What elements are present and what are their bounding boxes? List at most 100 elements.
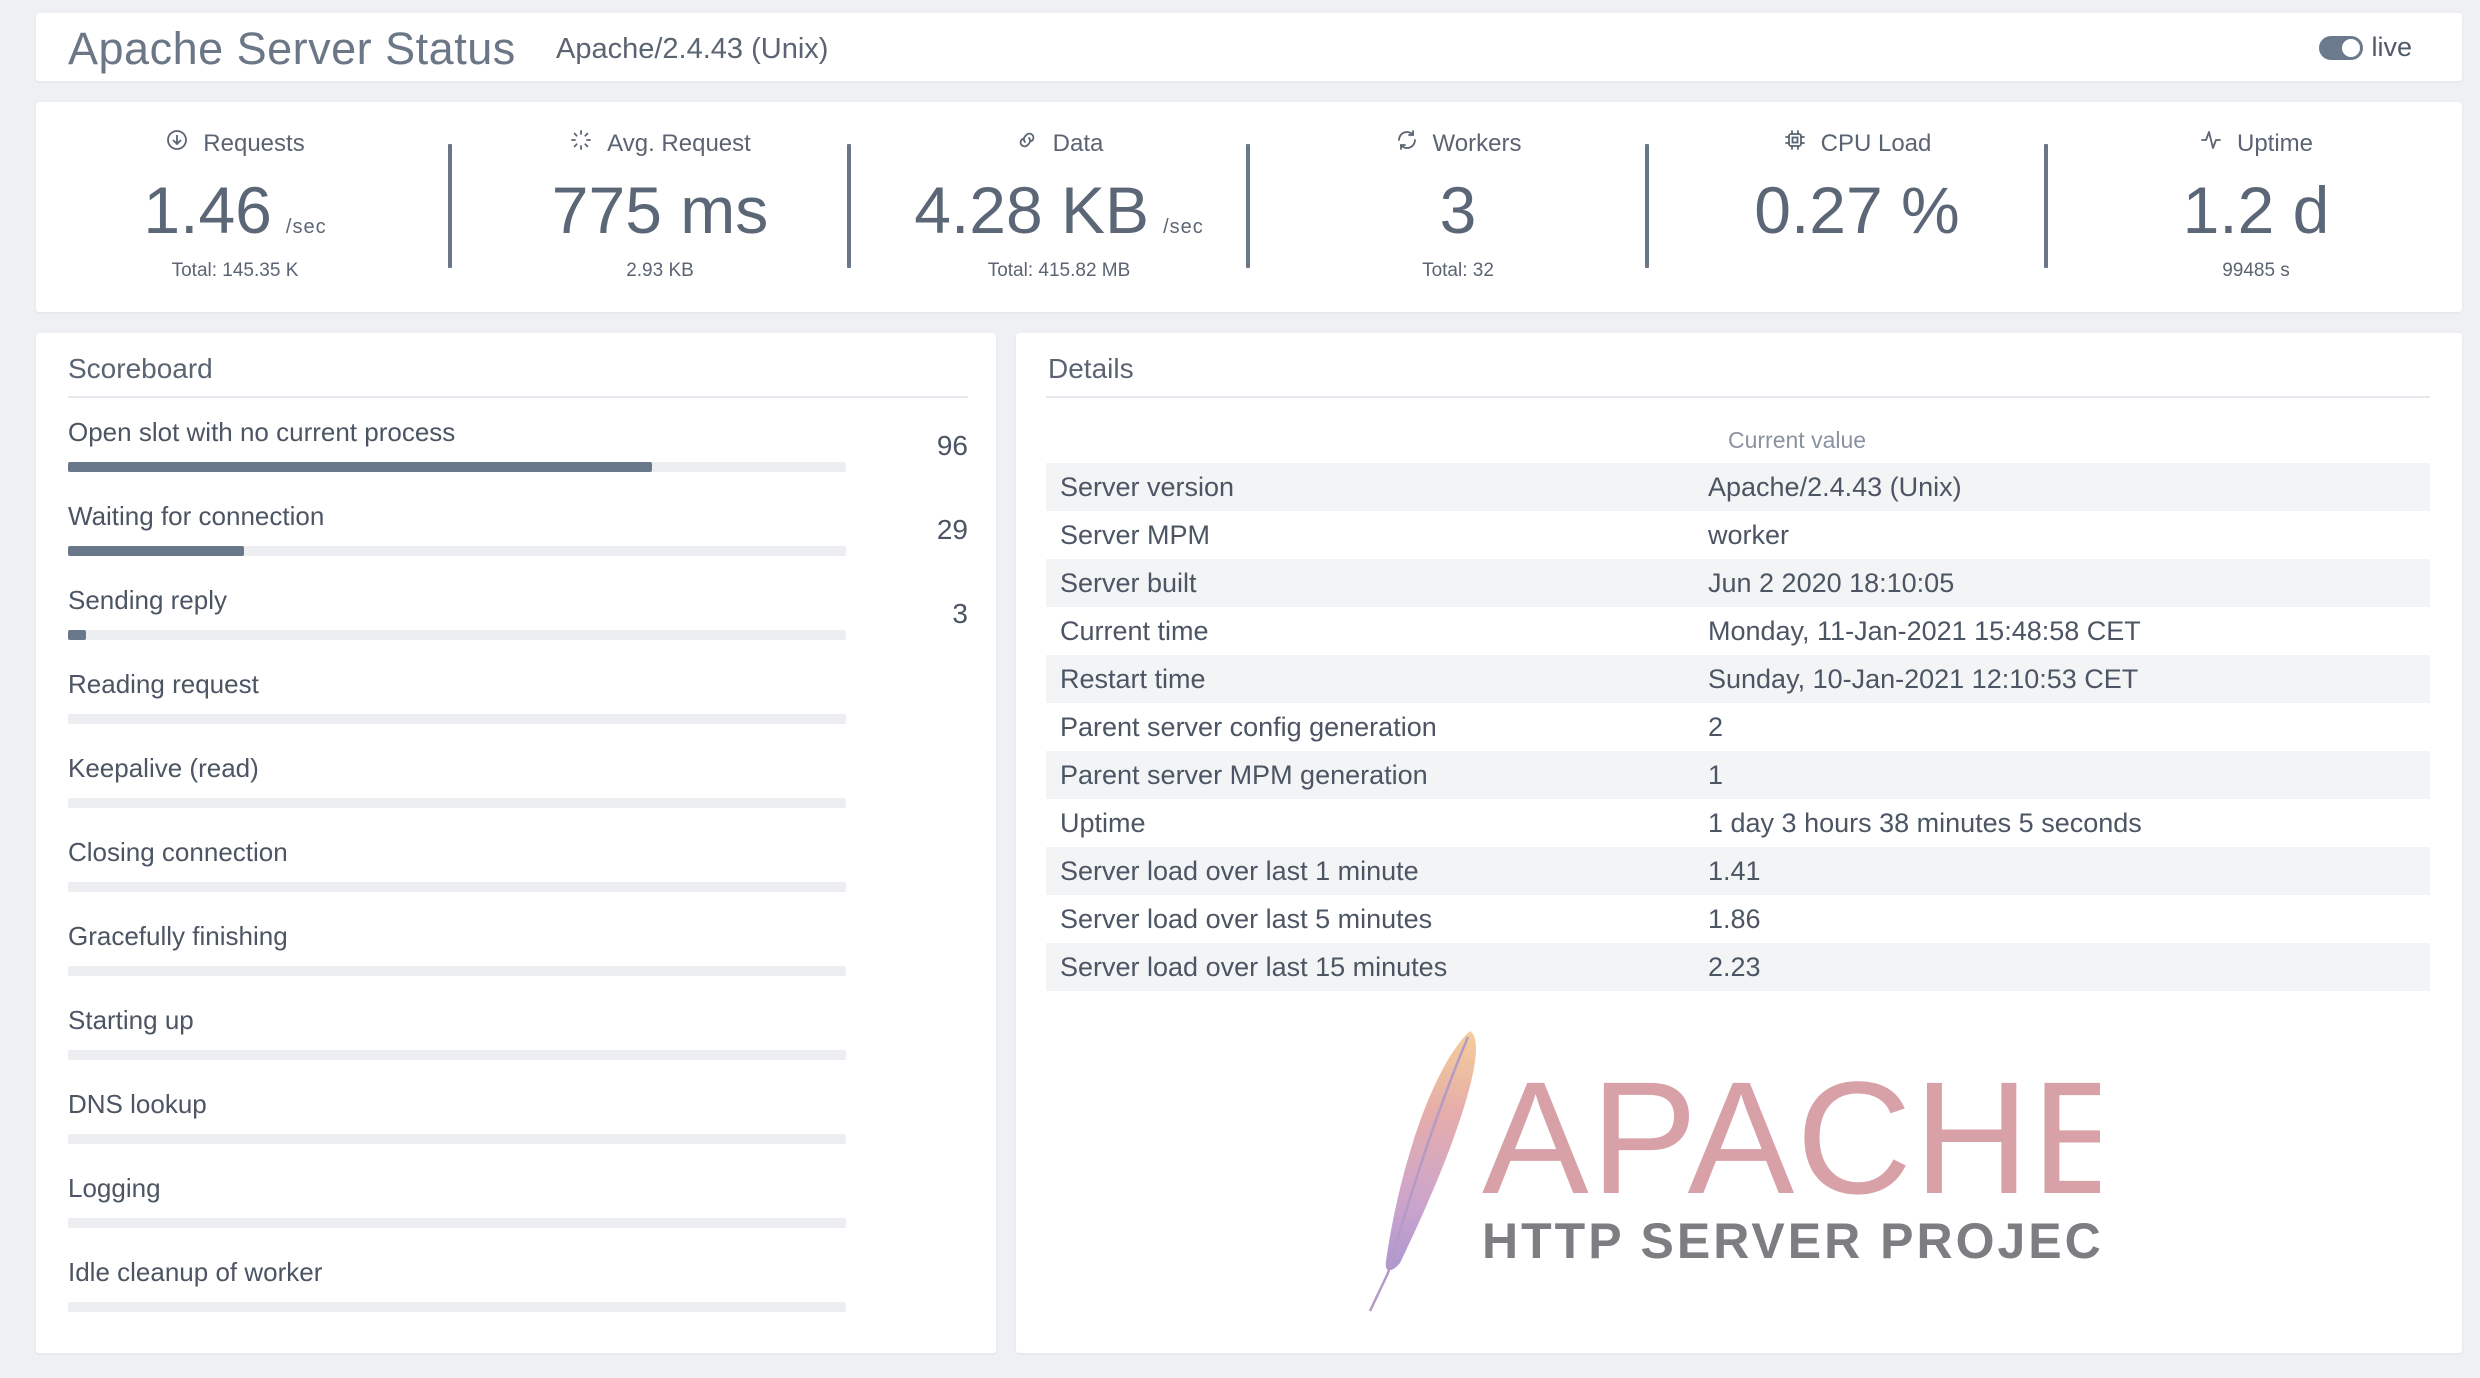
scoreboard-bar-track xyxy=(68,546,846,556)
scoreboard-row: Waiting for connection 29 xyxy=(68,501,968,585)
scoreboard-row: Reading request xyxy=(68,669,968,753)
detail-key: Uptime xyxy=(1060,807,1146,838)
stat-label: Requests xyxy=(203,129,305,157)
stat-unit: /sec xyxy=(1163,216,1204,238)
stat-divider xyxy=(448,144,452,268)
link-icon xyxy=(1015,128,1039,159)
stat-subtext: Total: 145.35 K xyxy=(171,260,299,281)
table-row: Server load over last 5 minutes 1.86 xyxy=(1046,895,2430,943)
stat-requests: Requests 1.46/sec Total: 145.35 K xyxy=(36,102,434,312)
scoreboard-bar-track xyxy=(68,1218,846,1228)
detail-value: Monday, 11-Jan-2021 15:48:58 CET xyxy=(1708,615,2141,646)
detail-value: Jun 2 2020 18:10:05 xyxy=(1708,567,1955,598)
detail-key: Server load over last 1 minute xyxy=(1060,855,1419,886)
detail-value: 1 day 3 hours 38 minutes 5 seconds xyxy=(1708,807,2142,838)
detail-value: Sunday, 10-Jan-2021 12:10:53 CET xyxy=(1708,663,2139,694)
scoreboard-label: Reading request xyxy=(68,669,259,699)
live-label: live xyxy=(2371,32,2412,62)
table-row: Server MPM worker xyxy=(1046,511,2430,559)
stat-divider xyxy=(847,144,851,268)
server-version-subtitle: Apache/2.4.43 (Unix) xyxy=(556,33,829,65)
scoreboard-bar-track xyxy=(68,882,846,892)
scoreboard-label: Starting up xyxy=(68,1005,194,1035)
scoreboard-label: Open slot with no current process xyxy=(68,417,456,447)
spinner-icon xyxy=(569,128,593,159)
toggle-switch-icon[interactable] xyxy=(2319,35,2364,60)
detail-key: Current time xyxy=(1060,615,1209,646)
scoreboard-row: Keepalive (read) xyxy=(68,753,968,837)
scoreboard-bar-fill xyxy=(68,546,245,556)
details-table: Current value Server version Apache/2.4.4… xyxy=(1046,417,2430,991)
scoreboard-row: Logging xyxy=(68,1173,968,1257)
scoreboard-label: Logging xyxy=(68,1173,161,1203)
scoreboard-count: 29 xyxy=(936,514,968,545)
scoreboard-bar-track xyxy=(68,630,846,640)
detail-key: Parent server MPM generation xyxy=(1060,759,1428,790)
stat-label: Uptime xyxy=(2236,129,2314,157)
stat-value: 0.27 % xyxy=(1754,173,1960,247)
detail-value: Apache/2.4.43 (Unix) xyxy=(1708,471,1962,502)
table-row: Parent server MPM generation 1 xyxy=(1046,751,2430,799)
table-row: Server built Jun 2 2020 18:10:05 xyxy=(1046,559,2430,607)
detail-key: Server MPM xyxy=(1060,519,1211,550)
table-row: Restart time Sunday, 10-Jan-2021 12:10:53… xyxy=(1046,655,2430,703)
detail-key: Server built xyxy=(1060,567,1197,598)
stat-unit: /sec xyxy=(285,216,327,238)
stat-subtext: Total: 415.82 MB xyxy=(987,260,1131,281)
live-toggle[interactable]: live xyxy=(2319,32,2412,63)
scoreboard-bar-track xyxy=(68,1134,846,1144)
details-title: Details xyxy=(1048,353,1134,384)
scoreboard-bar-track xyxy=(68,798,846,808)
detail-value: 1.86 xyxy=(1708,903,1761,934)
scoreboard-row: Open slot with no current process 96 xyxy=(68,417,968,501)
detail-key: Restart time xyxy=(1060,663,1206,694)
stat-label: CPU Load xyxy=(1820,129,1932,157)
scoreboard-bar-track xyxy=(68,1302,846,1312)
stat-label: Workers xyxy=(1432,129,1522,157)
stat-value: 775 ms xyxy=(551,173,769,247)
scoreboard-row: DNS lookup xyxy=(68,1089,968,1173)
scoreboard-bar-fill xyxy=(68,462,652,472)
detail-value: 2.23 xyxy=(1708,951,1761,982)
stat-subtext: Total: 32 xyxy=(1422,260,1494,281)
detail-key: Server version xyxy=(1060,471,1235,502)
cpu-icon xyxy=(1783,128,1807,159)
stat-cpu-load: CPU Load 0.27 % xyxy=(1658,102,2056,312)
scoreboard-label: Sending reply xyxy=(68,585,227,615)
scoreboard-row: Gracefully finishing xyxy=(68,921,968,1005)
stat-divider xyxy=(1645,144,1649,268)
stat-subtext: 99485 s xyxy=(2222,260,2290,281)
stats-panel: Requests 1.46/sec Total: 145.35 K Avg. R… xyxy=(36,102,2462,312)
table-row: Parent server config generation 2 xyxy=(1046,703,2430,751)
detail-key: Server load over last 15 minutes xyxy=(1060,951,1448,982)
scoreboard-label: DNS lookup xyxy=(68,1089,207,1119)
stat-data: Data 4.28 KB/sec Total: 415.82 MB xyxy=(860,102,1258,312)
feather-icon xyxy=(1368,1031,1476,1312)
refresh-icon xyxy=(1395,128,1419,159)
scoreboard-row: Sending reply 3 xyxy=(68,585,968,669)
table-row: Server version Apache/2.4.43 (Unix) xyxy=(1046,463,2430,511)
stat-divider xyxy=(1246,144,1250,268)
details-panel: Details Current value Server version Apac… xyxy=(1016,333,2462,1353)
stat-value: 3 xyxy=(1439,173,1477,247)
scoreboard-label: Closing connection xyxy=(68,837,288,867)
stat-avg-request: Avg. Request 775 ms 2.93 KB xyxy=(461,102,859,312)
scoreboard-row: Closing connection xyxy=(68,837,968,921)
stat-workers: Workers 3 Total: 32 xyxy=(1259,102,1657,312)
table-row: Server load over last 15 minutes 2.23 xyxy=(1046,943,2430,991)
divider xyxy=(1046,396,2430,398)
table-row: Uptime 1 day 3 hours 38 minutes 5 seconds xyxy=(1046,799,2430,847)
stat-label: Data xyxy=(1052,129,1104,157)
table-row: Server load over last 1 minute 1.41 xyxy=(1046,847,2430,895)
scoreboard-bar-track xyxy=(68,1050,846,1060)
detail-value: 1 xyxy=(1708,759,1724,790)
stat-uptime: Uptime 1.2 d 99485 s xyxy=(2057,102,2455,312)
table-row: Current time Monday, 11-Jan-2021 15:48:58… xyxy=(1046,607,2430,655)
download-circle-icon xyxy=(165,128,189,159)
column-header: Current value xyxy=(1728,427,1867,453)
header-bar: Apache Server Status Apache/2.4.43 (Unix… xyxy=(36,13,2462,81)
divider xyxy=(68,396,968,398)
scoreboard-bar-fill xyxy=(68,630,87,640)
scoreboard-count: 3 xyxy=(952,598,968,629)
apache-logo: APACHE HTTP SERVER PROJECT xyxy=(1368,1031,2100,1312)
